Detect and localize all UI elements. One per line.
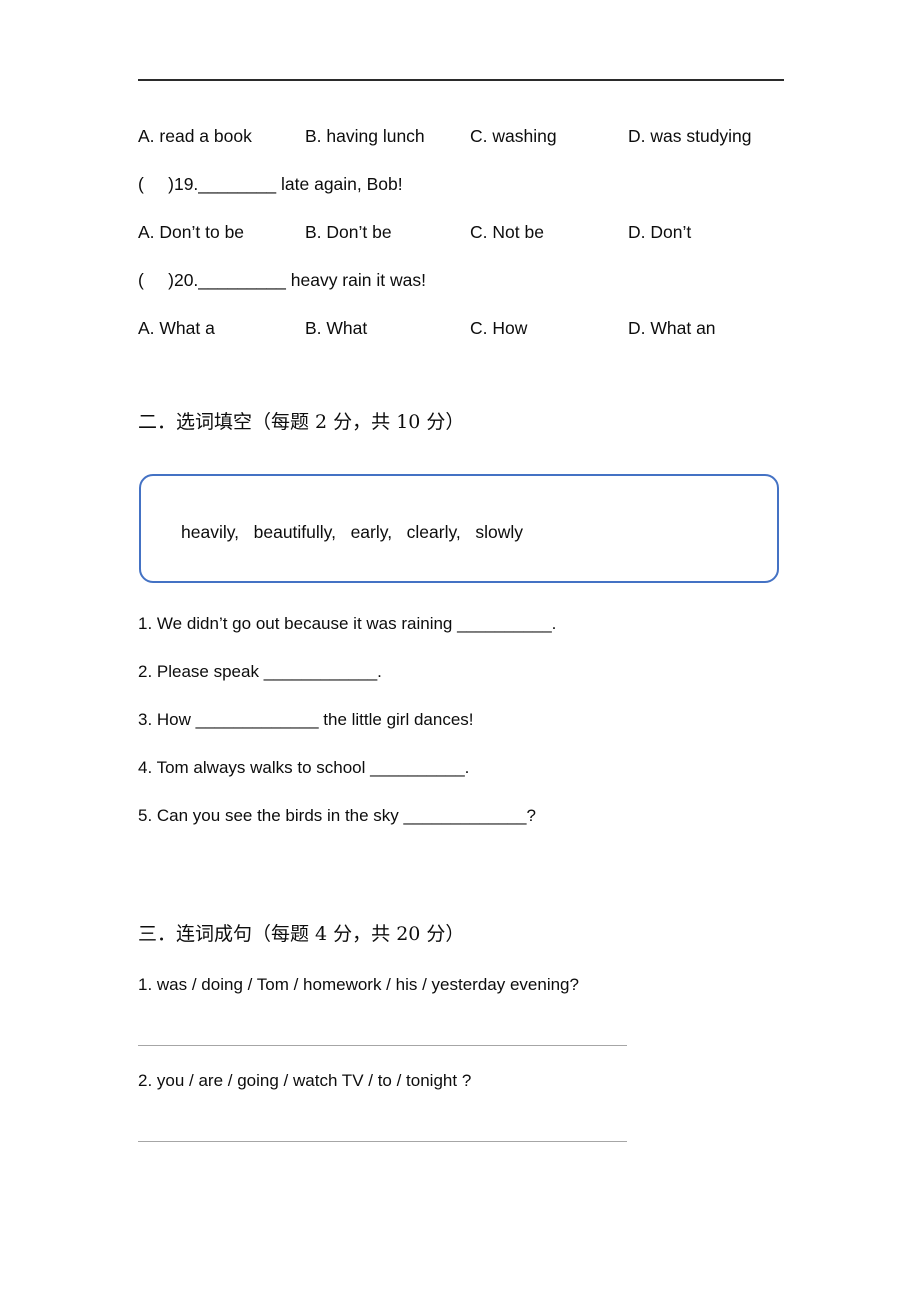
section-two-item-2[interactable]: 2. Please speak ____________.	[138, 660, 382, 684]
word-bank-text: heavily, beautifully, early, clearly, sl…	[181, 522, 524, 542]
section-three-item-1: 1. was / doing / Tom / homework / his / …	[138, 975, 579, 994]
q20-option-d[interactable]: D. What an	[628, 316, 716, 340]
word-bank-box: heavily, beautifully, early, clearly, sl…	[139, 474, 779, 583]
q20-option-c[interactable]: C. How	[470, 316, 527, 340]
q18-option-d[interactable]: D. was studying	[628, 124, 752, 148]
q19-stem: ( )19.________ late again, Bob!	[138, 174, 403, 194]
section-two-item-1[interactable]: 1. We didn’t go out because it was raini…	[138, 612, 556, 636]
q18-options-row: A. read a book B. having lunch C. washin…	[138, 124, 798, 148]
q18-option-c[interactable]: C. washing	[470, 124, 557, 148]
section-two-item-3[interactable]: 3. How _____________ the little girl dan…	[138, 708, 474, 732]
q19-option-d[interactable]: D. Don’t	[628, 220, 691, 244]
q18-option-a[interactable]: A. read a book	[138, 124, 252, 148]
q20-option-a[interactable]: A. What a	[138, 316, 215, 340]
section-two-heading: 二．选词填空（每题 2 分，共 10 分）	[138, 411, 465, 433]
section-three-item-2: 2. you / are / going / watch TV / to / t…	[138, 1071, 472, 1090]
q20-stem: ( )20._________ heavy rain it was!	[138, 270, 426, 290]
q19-options-row: A. Don’t to be B. Don’t be C. Not be D. …	[138, 220, 798, 244]
answer-line-2[interactable]	[138, 1141, 627, 1142]
q20-options-row: A. What a B. What C. How D. What an	[138, 316, 798, 340]
q20-option-b[interactable]: B. What	[305, 316, 367, 340]
q19-option-c[interactable]: C. Not be	[470, 220, 544, 244]
section-two-item-5[interactable]: 5. Can you see the birds in the sky ____…	[138, 804, 536, 828]
q18-option-b[interactable]: B. having lunch	[305, 124, 425, 148]
section-three-heading: 三．连词成句（每题 4 分，共 20 分）	[138, 923, 465, 945]
section-two-item-4[interactable]: 4. Tom always walks to school __________…	[138, 756, 469, 780]
header-divider	[138, 79, 784, 81]
worksheet-page: A. read a book B. having lunch C. washin…	[0, 0, 920, 1302]
q19-option-b[interactable]: B. Don’t be	[305, 220, 392, 244]
q19-option-a[interactable]: A. Don’t to be	[138, 220, 244, 244]
answer-line-1[interactable]	[138, 1045, 627, 1046]
